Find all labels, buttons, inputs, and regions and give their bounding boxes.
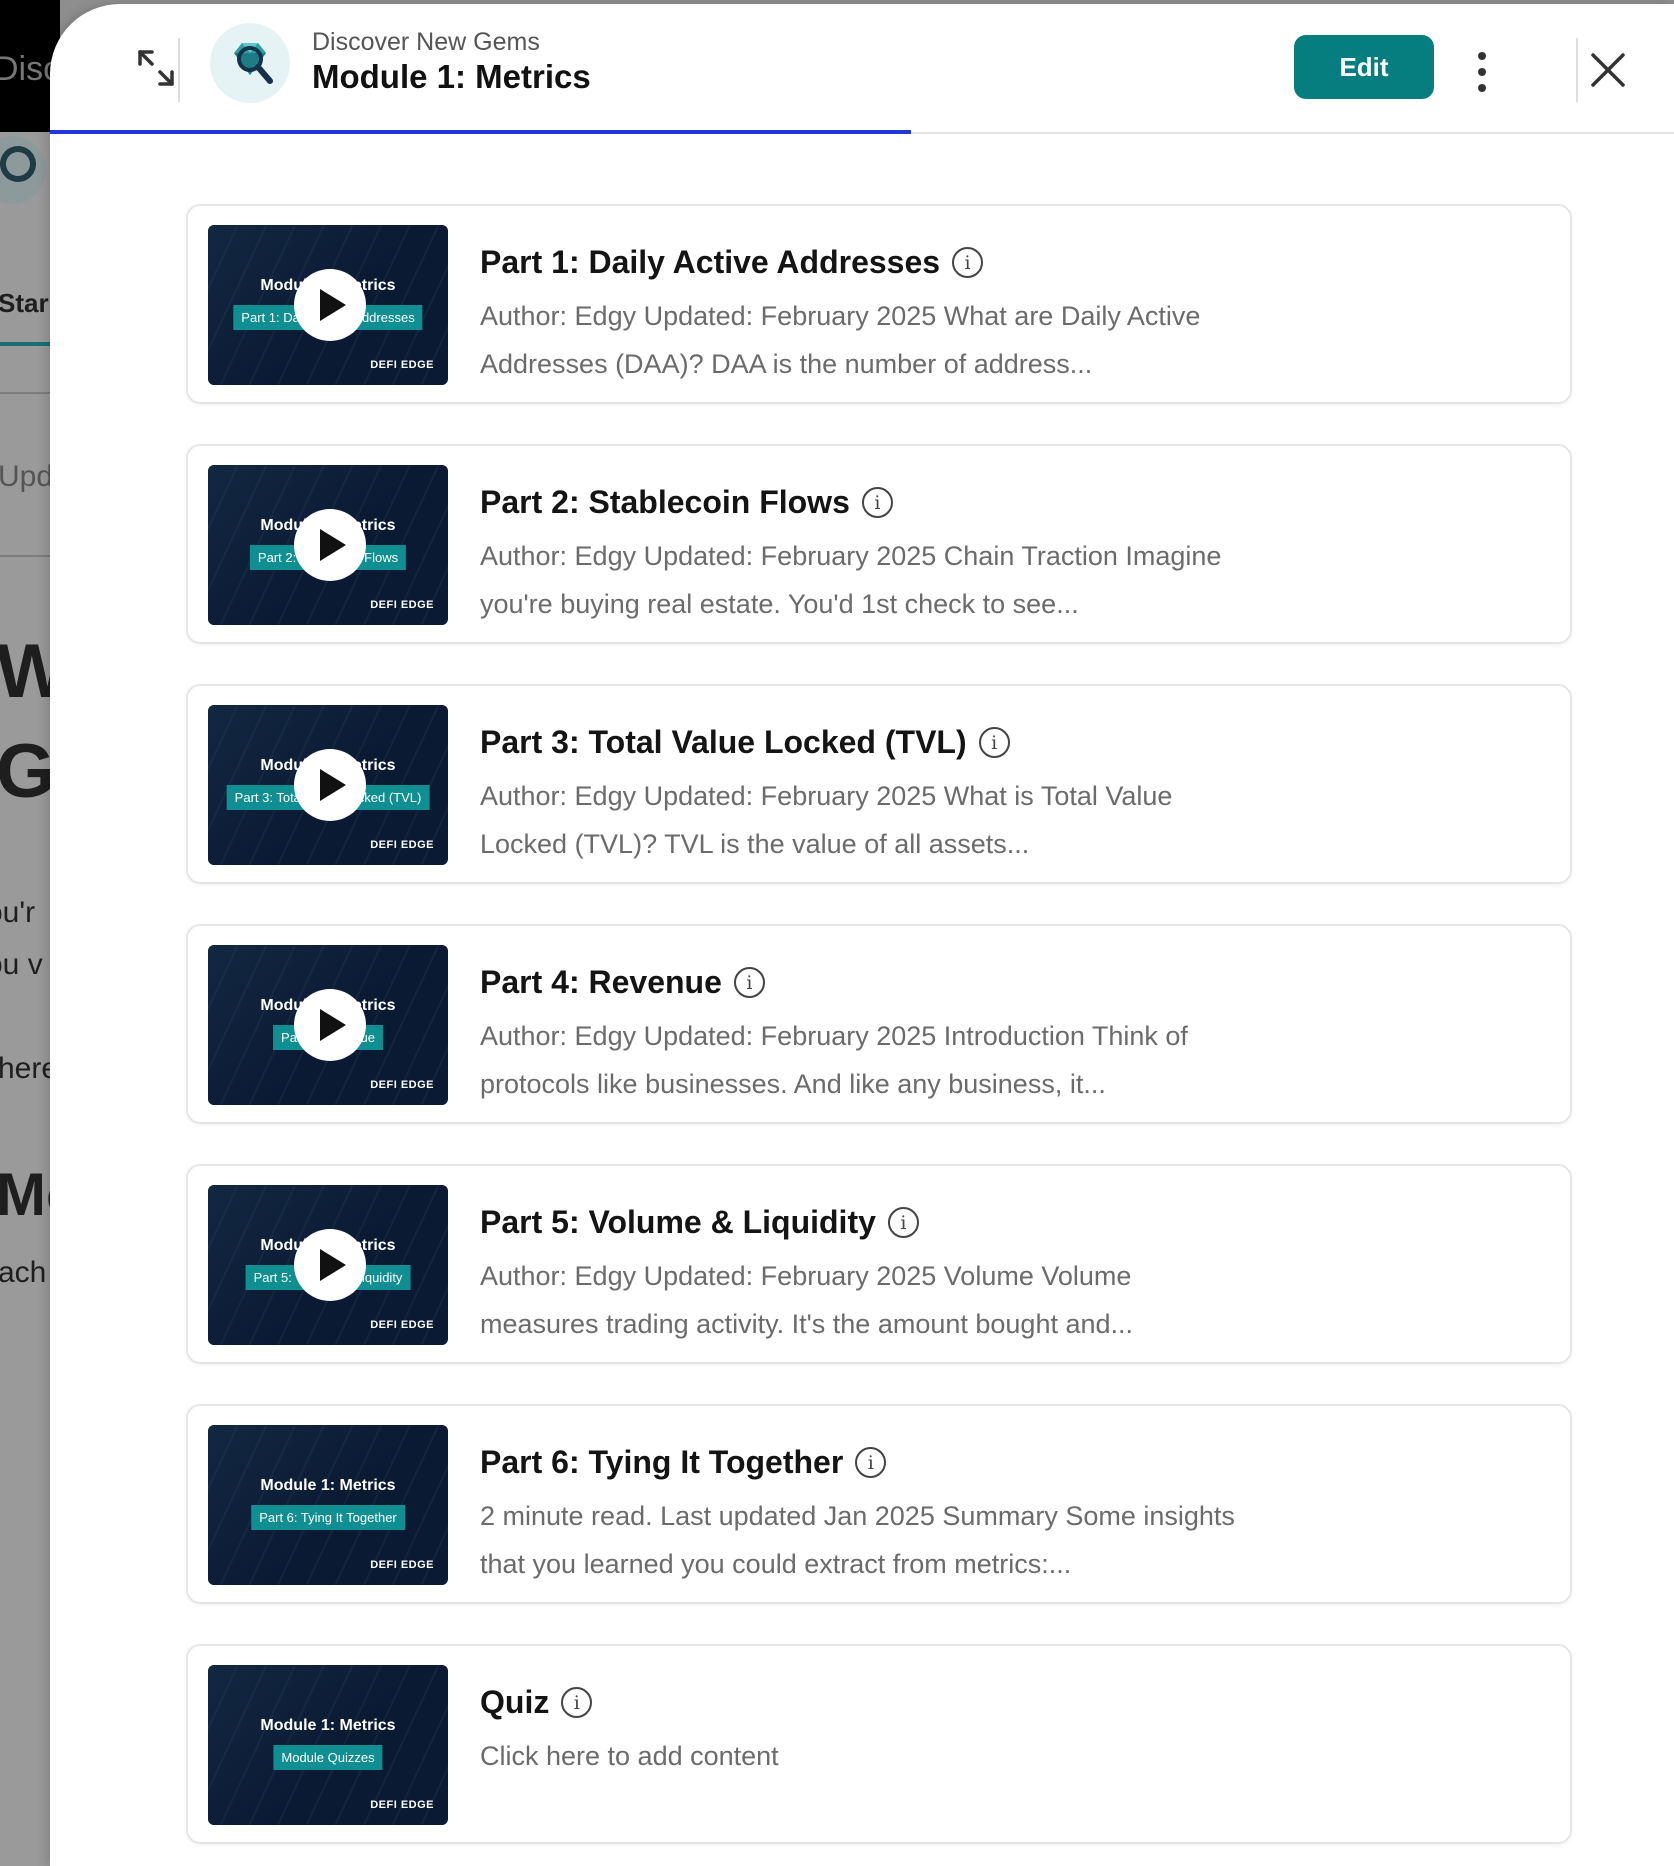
info-icon[interactable]: i — [978, 727, 1010, 758]
thumbnail-brand: DEFI EDGE — [370, 359, 434, 371]
info-icon[interactable]: i — [733, 967, 765, 998]
background-logo-icon — [0, 136, 46, 204]
background-text: ou'r — [0, 896, 36, 929]
info-icon[interactable]: i — [855, 1447, 887, 1478]
lesson-title[interactable]: Part 5: Volume & Liquidity i — [480, 1204, 919, 1241]
thumbnail-title: Module 1: Metrics — [260, 1477, 396, 1494]
header-separator — [178, 38, 180, 102]
info-icon[interactable]: i — [861, 487, 893, 518]
lesson-description: 2 minute read. Last updated Jan 2025 Sum… — [480, 1501, 1235, 1579]
background-text: ou v — [0, 948, 43, 981]
lesson-description: Author: Edgy Updated: February 2025 Volu… — [480, 1261, 1134, 1339]
info-icon[interactable]: i — [561, 1687, 593, 1718]
lesson-thumbnail[interactable]: Module 1: Metrics Part 5: Volume & Liqui… — [208, 1185, 448, 1345]
play-icon[interactable] — [294, 989, 366, 1061]
lesson-title[interactable]: Part 3: Total Value Locked (TVL) i — [480, 724, 1010, 761]
header-separator — [1576, 38, 1578, 102]
thumbnail-brand: DEFI EDGE — [370, 599, 434, 611]
thumbnail-brand: DEFI EDGE — [370, 1079, 434, 1091]
lesson-title-text: Part 4: Revenue — [480, 964, 722, 1000]
lesson-card[interactable]: Module 1: Metrics Part 5: Volume & Liqui… — [186, 1164, 1572, 1364]
lesson-card[interactable]: Module 1: Metrics Part 2: Stablecoin Flo… — [186, 444, 1572, 644]
more-vertical-icon[interactable] — [1464, 44, 1500, 100]
play-icon[interactable] — [294, 749, 366, 821]
lesson-description: Author: Edgy Updated: February 2025 What… — [480, 781, 1173, 859]
lesson-card[interactable]: Module 1: Metrics Module Quizzes DEFI ED… — [186, 1644, 1572, 1844]
lesson-description: Click here to add content — [480, 1741, 779, 1771]
module-progress-bar — [50, 130, 1674, 134]
lesson-thumbnail[interactable]: Module 1: Metrics Part 1: Daily Active A… — [208, 225, 448, 385]
lesson-card[interactable]: Module 1: Metrics Part 1: Daily Active A… — [186, 204, 1572, 404]
lesson-title-text: Quiz — [480, 1684, 550, 1720]
lesson-description: Author: Edgy Updated: February 2025 What… — [480, 301, 1201, 379]
lesson-thumbnail[interactable]: Module 1: Metrics Part 6: Tying It Toget… — [208, 1425, 448, 1585]
lesson-title-text: Part 3: Total Value Locked (TVL) — [480, 724, 967, 760]
lesson-title[interactable]: Part 2: Stablecoin Flows i — [480, 484, 893, 521]
module-drawer: Discover New Gems Module 1: Metrics Edit… — [50, 4, 1674, 1866]
lesson-description: Author: Edgy Updated: February 2025 Intr… — [480, 1021, 1188, 1099]
diamond-magnifier-icon — [210, 23, 290, 103]
lesson-description: Author: Edgy Updated: February 2025 Chai… — [480, 541, 1222, 619]
breadcrumb[interactable]: Discover New Gems — [312, 28, 540, 57]
thumbnail-brand: DEFI EDGE — [370, 1799, 434, 1811]
lesson-title-text: Part 2: Stablecoin Flows — [480, 484, 850, 520]
lesson-title-text: Part 5: Volume & Liquidity — [480, 1204, 876, 1240]
lesson-card[interactable]: Module 1: Metrics Part 6: Tying It Toget… — [186, 1404, 1572, 1604]
thumbnail-title: Module 1: Metrics — [260, 1717, 396, 1734]
lesson-thumbnail[interactable]: Module 1: Metrics Module Quizzes DEFI ED… — [208, 1665, 448, 1825]
lesson-card[interactable]: Module 1: Metrics Part 4: Revenue DEFI E… — [186, 924, 1572, 1124]
play-icon[interactable] — [294, 509, 366, 581]
background-heading-g: G — [0, 729, 56, 814]
edit-button[interactable]: Edit — [1294, 35, 1434, 99]
info-icon[interactable]: i — [952, 247, 984, 278]
lesson-title-text: Part 6: Tying It Together — [480, 1444, 844, 1480]
page-title: Module 1: Metrics — [312, 58, 591, 95]
lesson-thumbnail[interactable]: Module 1: Metrics Part 2: Stablecoin Flo… — [208, 465, 448, 625]
lesson-title[interactable]: Quiz i — [480, 1684, 593, 1721]
close-icon[interactable] — [1584, 46, 1632, 94]
thumbnail-brand: DEFI EDGE — [370, 839, 434, 851]
play-icon[interactable] — [294, 269, 366, 341]
thumbnail-subtitle: Part 6: Tying It Together — [251, 1505, 405, 1530]
lesson-card[interactable]: Module 1: Metrics Part 3: Total Value Lo… — [186, 684, 1572, 884]
lesson-thumbnail[interactable]: Module 1: Metrics Part 4: Revenue DEFI E… — [208, 945, 448, 1105]
lesson-title[interactable]: Part 6: Tying It Together i — [480, 1444, 887, 1481]
drawer-header: Discover New Gems Module 1: Metrics Edit — [50, 4, 1674, 134]
lesson-thumbnail[interactable]: Module 1: Metrics Part 3: Total Value Lo… — [208, 705, 448, 865]
play-icon[interactable] — [294, 1229, 366, 1301]
expand-arrows-icon[interactable] — [132, 44, 180, 92]
background-tab-label: Star — [0, 288, 49, 318]
thumbnail-brand: DEFI EDGE — [370, 1559, 434, 1571]
thumbnail-subtitle: Module Quizzes — [273, 1745, 383, 1770]
background-text: ach — [0, 1256, 47, 1289]
lesson-title[interactable]: Part 4: Revenue i — [480, 964, 765, 1001]
info-icon[interactable]: i — [887, 1207, 919, 1238]
background-text-upd: Upd — [0, 460, 54, 493]
lesson-title[interactable]: Part 1: Daily Active Addresses i — [480, 244, 984, 281]
lesson-title-text: Part 1: Daily Active Addresses — [480, 244, 941, 280]
background-tab-underline — [0, 342, 50, 346]
thumbnail-brand: DEFI EDGE — [370, 1319, 434, 1331]
module-progress-fill — [50, 130, 911, 134]
